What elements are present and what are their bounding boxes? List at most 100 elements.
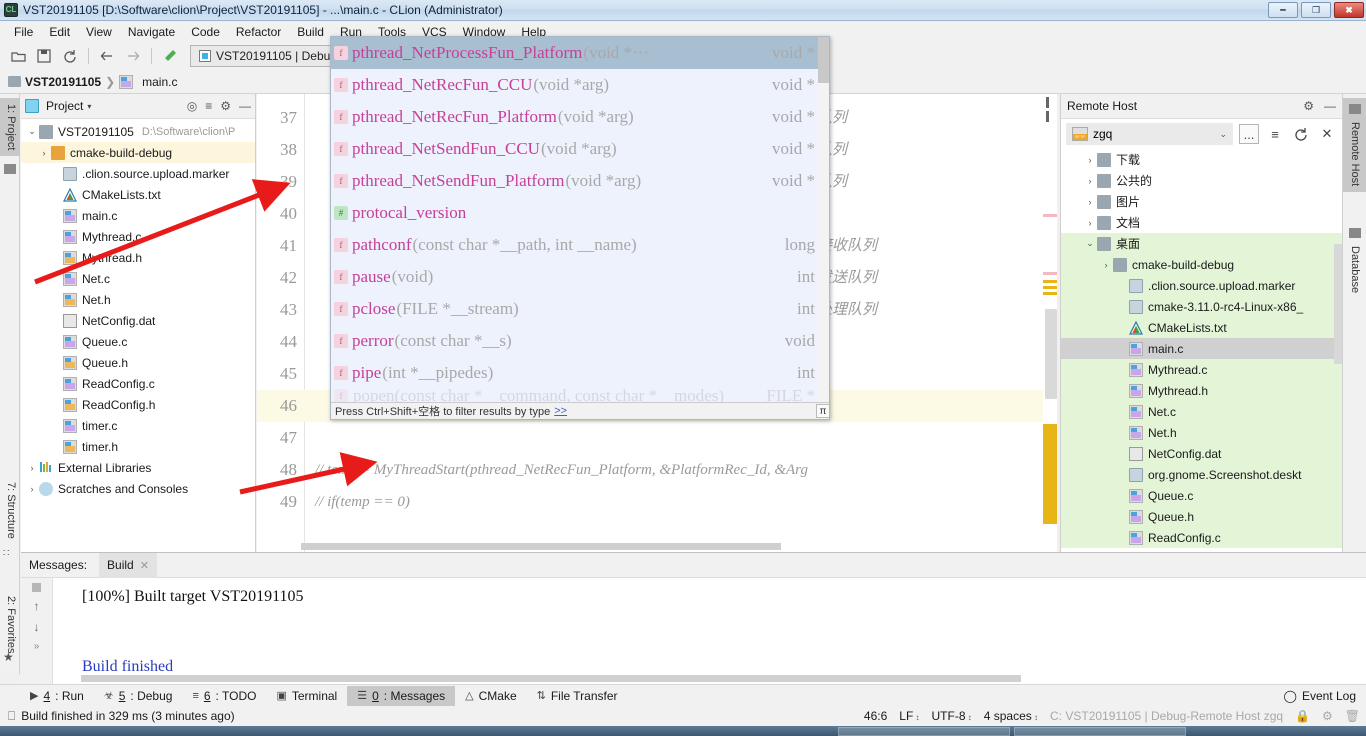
menu-item-build[interactable]: Build <box>289 23 332 41</box>
arrow-up-icon[interactable]: ↑ <box>34 599 40 613</box>
menu-item-edit[interactable]: Edit <box>41 23 78 41</box>
autocomplete-item[interactable]: fpthread_NetProcessFun_Platform(void *⋯v… <box>331 37 829 69</box>
project-tree-item[interactable]: ›cmake-build-debug <box>21 142 255 163</box>
project-tree-item[interactable]: CMakeLists.txt <box>21 184 255 205</box>
project-tree-item[interactable]: timer.h <box>21 436 255 457</box>
remote-tree-item[interactable]: main.c <box>1061 338 1342 359</box>
tool-tab-remote-host[interactable]: Remote Host <box>1343 98 1366 192</box>
project-tree-item[interactable]: Net.h <box>21 289 255 310</box>
settings-icon[interactable]: ⚙ <box>1322 709 1333 723</box>
project-tree-item[interactable]: Queue.c <box>21 331 255 352</box>
tool-tab-project[interactable]: 1: Project <box>0 98 20 156</box>
remote-connection-select[interactable]: zgq ⌄ <box>1066 123 1233 145</box>
autocomplete-item[interactable]: fpthread_NetSendFun_Platform(void *arg)v… <box>331 165 829 197</box>
chevron-right-icon[interactable]: › <box>25 484 39 494</box>
chevron-right-icon[interactable]: › <box>1099 260 1113 270</box>
bottom-tab-todo[interactable]: ≡6: TODO <box>182 686 266 706</box>
chevron-down-icon[interactable]: ⌄ <box>25 126 39 137</box>
remote-tree-item[interactable]: cmake-3.11.0-rc4-Linux-x86_ <box>1061 296 1342 317</box>
gear-icon[interactable]: ⚙ <box>220 99 231 113</box>
close-button[interactable]: ✖ <box>1334 2 1364 18</box>
project-tree-item[interactable]: NetConfig.dat <box>21 310 255 331</box>
remote-tree-item[interactable]: Queue.c <box>1061 485 1342 506</box>
line-separator[interactable]: LF ↕ <box>899 709 919 723</box>
bottom-tab-run[interactable]: ▶4: Run <box>20 686 94 706</box>
minimize-button[interactable]: ━ <box>1268 2 1298 18</box>
autocomplete-badge-icon[interactable]: π <box>816 404 830 418</box>
hide-icon[interactable]: — <box>239 99 251 113</box>
chevron-right-icon[interactable]: › <box>1083 155 1097 165</box>
autocomplete-item-partial[interactable]: fpopen(const char *__command, const char… <box>331 389 829 403</box>
remote-tree-item[interactable]: Net.h <box>1061 422 1342 443</box>
tool-tab-structure[interactable]: 7: Structure <box>0 476 20 545</box>
hide-icon[interactable]: — <box>1324 99 1336 113</box>
remote-tree-item[interactable]: ›文档 <box>1061 212 1342 233</box>
close-icon[interactable]: ✕ <box>1317 124 1337 144</box>
remote-tree-item[interactable]: .clion.source.upload.marker <box>1061 275 1342 296</box>
collapse-all-icon[interactable]: ≡ <box>205 99 212 113</box>
hammer-icon[interactable] <box>158 45 182 67</box>
breadcrumb-project[interactable]: VST20191105 <box>25 75 101 89</box>
project-tree-item[interactable]: Queue.h <box>21 352 255 373</box>
bottom-tab-debug[interactable]: ☣5: Debug <box>94 686 183 706</box>
arrow-down-icon[interactable]: ↓ <box>34 620 40 634</box>
editor-horizontal-scrollbar[interactable] <box>301 543 781 550</box>
taskbar-item-1[interactable] <box>838 727 1010 736</box>
menu-item-refactor[interactable]: Refactor <box>228 23 289 41</box>
chevron-right-icon[interactable]: › <box>37 148 51 158</box>
maximize-button[interactable]: ❐ <box>1301 2 1331 18</box>
editor-marker-bar[interactable] <box>1043 94 1057 552</box>
project-tree-item[interactable]: timer.c <box>21 415 255 436</box>
file-encoding[interactable]: UTF-8 ↕ <box>932 709 972 723</box>
expand-icon[interactable]: » <box>34 641 40 652</box>
autocomplete-popup[interactable]: fpthread_NetProcessFun_Platform(void *⋯v… <box>330 36 830 420</box>
autocomplete-item[interactable]: fpipe(int *__pipedes)int <box>331 357 829 389</box>
autocomplete-item[interactable]: fpthread_NetRecFun_CCU(void *arg)void * <box>331 69 829 101</box>
autocomplete-scrollbar[interactable] <box>818 37 829 404</box>
project-tree-item[interactable]: ›Scratches and Consoles <box>21 478 255 499</box>
locate-icon[interactable]: ◎ <box>187 99 197 113</box>
project-tree-item[interactable]: ReadConfig.c <box>21 373 255 394</box>
remote-tree-item[interactable]: NetConfig.dat <box>1061 443 1342 464</box>
bottom-tab-cmake[interactable]: △CMake <box>455 686 526 706</box>
remote-tree-item[interactable]: CMakeLists.txt <box>1061 317 1342 338</box>
open-folder-icon[interactable] <box>6 45 30 67</box>
autocomplete-item[interactable]: fpclose(FILE *__stream)int <box>331 293 829 325</box>
refresh-icon[interactable] <box>58 45 82 67</box>
project-tree-item[interactable]: ReadConfig.h <box>21 394 255 415</box>
autocomplete-item[interactable]: fperror(const char *__s)void <box>331 325 829 357</box>
save-icon[interactable] <box>32 45 56 67</box>
close-icon[interactable]: ✕ <box>140 559 149 572</box>
menu-item-code[interactable]: Code <box>183 23 228 41</box>
remote-tree-item[interactable]: ›图片 <box>1061 191 1342 212</box>
bottom-tab-messages[interactable]: ☰0: Messages <box>347 686 455 706</box>
autocomplete-scrollbar-thumb[interactable] <box>818 37 829 83</box>
breadcrumb-file[interactable]: main.c <box>142 75 177 89</box>
autocomplete-item[interactable]: #protocal_version <box>331 197 829 229</box>
chevron-right-icon[interactable]: › <box>1083 197 1097 207</box>
chevron-right-icon[interactable]: › <box>1083 218 1097 228</box>
autocomplete-item[interactable]: fpause(void)int <box>331 261 829 293</box>
editor-line[interactable]: 47 <box>257 422 1057 454</box>
event-log-button[interactable]: ◯Event Log <box>1284 689 1366 703</box>
autocomplete-more-link[interactable]: >> <box>554 405 567 417</box>
chevron-right-icon[interactable]: › <box>1083 176 1097 186</box>
chevron-down-icon[interactable]: ▾ <box>87 102 91 111</box>
editor-line[interactable]: 49// if(temp == 0) <box>257 486 1057 518</box>
chevron-right-icon[interactable]: › <box>25 463 39 473</box>
autocomplete-item[interactable]: fpthread_NetRecFun_Platform(void *arg)vo… <box>331 101 829 133</box>
taskbar-item-2[interactable] <box>1014 727 1186 736</box>
tab-build[interactable]: Build ✕ <box>99 553 157 578</box>
project-tree-item[interactable]: Mythread.h <box>21 247 255 268</box>
remote-tree-item[interactable]: ›cmake-build-debug <box>1061 254 1342 275</box>
more-options-button[interactable]: ... <box>1239 124 1259 144</box>
remote-tree-item[interactable]: Net.c <box>1061 401 1342 422</box>
bottom-tab-terminal[interactable]: ▣Terminal <box>266 686 347 706</box>
collapse-all-icon[interactable]: ≡ <box>1265 124 1285 144</box>
editor-line[interactable]: 48// temp = MyThreadStart(pthread_NetRec… <box>257 454 1057 486</box>
tool-tab-database[interactable]: Database <box>1343 222 1366 299</box>
deployment-status[interactable]: C: VST20191105 | Debug-Remote Host zgq <box>1050 709 1283 723</box>
remote-tree-item[interactable]: ›下载 <box>1061 149 1342 170</box>
messages-horizontal-scrollbar[interactable] <box>81 675 1021 682</box>
run-configuration-selector[interactable]: VST20191105 | Debug <box>190 45 346 67</box>
